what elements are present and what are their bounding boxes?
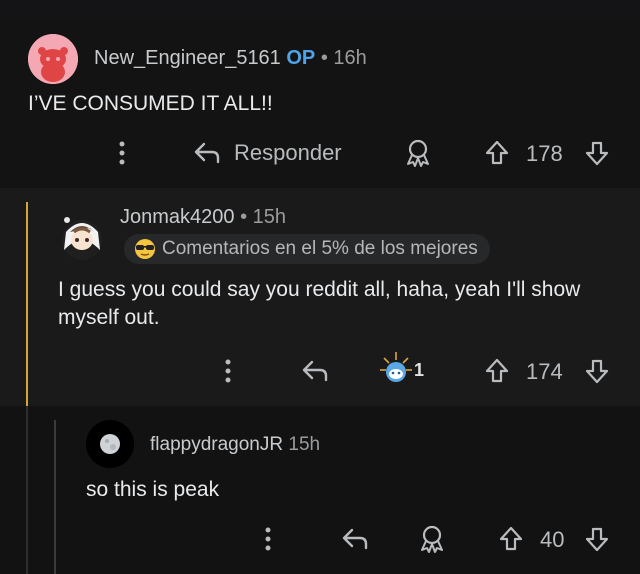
comment-nested-reply: flappydragonJR 15h so this is peak 40	[0, 406, 640, 574]
downvote-button[interactable]	[584, 524, 610, 554]
top-commenter-badge[interactable]: Comentarios en el 5% de los mejores	[124, 234, 490, 264]
thread-line[interactable]	[26, 202, 28, 406]
upvote-button[interactable]	[498, 524, 524, 554]
upvote-icon	[499, 526, 523, 551]
vote-count: 174	[526, 359, 563, 384]
award-icon	[380, 352, 412, 382]
comment-header: Jonmak4200 • 15h	[120, 206, 286, 229]
more-icon	[265, 527, 271, 551]
downvote-button[interactable]	[584, 356, 610, 386]
reply-icon	[302, 360, 328, 382]
downvote-button[interactable]	[584, 138, 610, 168]
separator: •	[320, 47, 328, 69]
op-badge: OP	[286, 47, 316, 69]
timestamp: 16h	[333, 47, 367, 69]
award-button[interactable]	[404, 138, 432, 168]
username[interactable]: Jonmak4200	[120, 206, 235, 228]
reply-button[interactable]: Responder	[192, 138, 342, 168]
anime-avatar-icon	[62, 217, 102, 260]
comment-body: so this is peak	[86, 478, 220, 501]
award-icon	[421, 525, 443, 553]
upvote-button[interactable]	[484, 138, 510, 168]
comment-reply: Jonmak4200 • 15h Comentarios en el 5% de…	[0, 188, 640, 406]
upvote-button[interactable]	[484, 356, 510, 386]
moon-avatar-icon	[86, 420, 134, 468]
badge-label: Comentarios en el 5% de los mejores	[162, 238, 478, 259]
avatar[interactable]	[86, 420, 134, 468]
sunglasses-emoji-icon	[135, 239, 155, 259]
award-button[interactable]: 1	[376, 348, 424, 392]
avatar[interactable]	[28, 34, 78, 84]
avatar[interactable]	[60, 210, 104, 264]
comment-body: I guess you could say you reddit all, ha…	[58, 278, 581, 329]
more-options-button[interactable]	[112, 138, 132, 168]
separator: •	[240, 206, 248, 228]
more-options-button[interactable]	[258, 524, 278, 554]
vote-count: 40	[540, 527, 565, 552]
comment-header: flappydragonJR 15h	[150, 434, 320, 456]
downvote-icon	[585, 141, 609, 166]
thread-line[interactable]	[54, 420, 56, 574]
comment-body: I’VE CONSUMED IT ALL!!	[28, 92, 273, 115]
username[interactable]: flappydragonJR	[150, 434, 283, 455]
downvote-icon	[585, 527, 609, 552]
upvote-icon	[485, 358, 509, 383]
reply-icon	[194, 142, 220, 164]
reply-button[interactable]	[300, 356, 330, 386]
upvote-icon	[485, 140, 509, 165]
more-icon	[119, 141, 125, 165]
reply-label: Responder	[234, 140, 342, 165]
award-button[interactable]	[418, 524, 446, 554]
more-icon	[225, 359, 231, 383]
reply-button[interactable]	[340, 524, 370, 554]
timestamp: 15h	[288, 434, 321, 455]
reply-icon	[342, 528, 368, 550]
more-options-button[interactable]	[218, 356, 238, 386]
timestamp: 15h	[252, 206, 287, 228]
award-count: 1	[414, 359, 425, 380]
username[interactable]: New_Engineer_5161	[94, 47, 281, 69]
comment-op: New_Engineer_5161 OP • 16h I’VE CONSUMED…	[0, 18, 640, 188]
thread-line[interactable]	[26, 406, 28, 574]
snoo-avatar-icon	[28, 34, 78, 84]
comment-header: New_Engineer_5161 OP • 16h	[94, 47, 367, 70]
award-icon	[407, 139, 429, 167]
top-bar	[0, 0, 640, 18]
vote-count: 178	[526, 141, 563, 166]
downvote-icon	[585, 359, 609, 384]
